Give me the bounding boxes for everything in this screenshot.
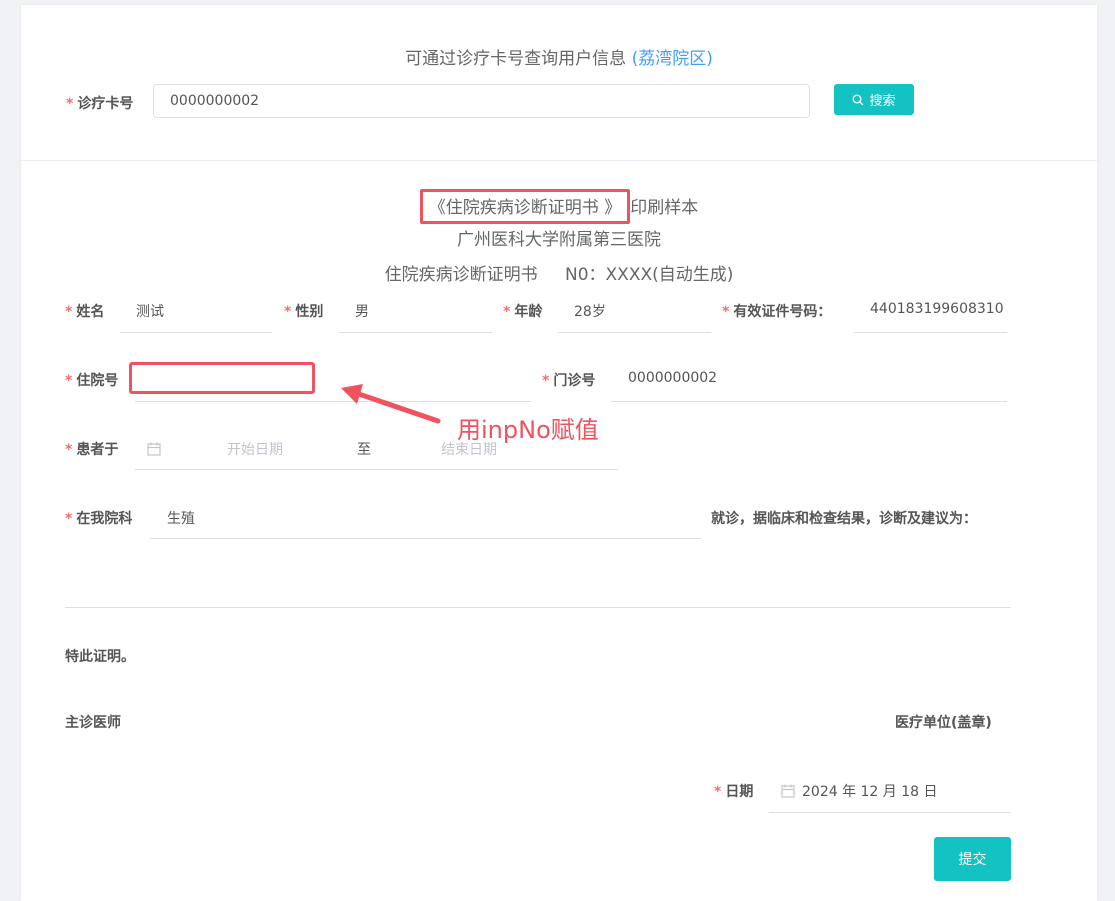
gender-field[interactable]: 男 <box>339 291 492 333</box>
dept-label: * 在我院科 <box>65 511 133 527</box>
outpatient-field[interactable]: 0000000002 <box>611 360 1007 402</box>
id-field[interactable]: 440183199608310 <box>854 291 1007 333</box>
calendar-icon <box>147 442 161 456</box>
submit-button[interactable]: 提交 <box>934 837 1011 881</box>
search-button-label: 搜索 <box>869 94 896 109</box>
inpatient-label: * 住院号 <box>65 373 119 389</box>
card-number-label: * 诊疗卡号 <box>66 96 134 112</box>
sample-title: 《住院疾病诊断证明书 》印刷样本 <box>21 189 1097 224</box>
search-button[interactable]: 搜索 <box>834 84 914 115</box>
certify-text: 特此证明。 <box>65 649 135 665</box>
calendar-icon <box>781 784 795 798</box>
inpatient-highlight-box <box>129 362 315 394</box>
start-date-placeholder[interactable]: 开始日期 <box>227 439 283 459</box>
age-label: * 年龄 <box>503 304 543 320</box>
form-card: 可通过诊疗卡号查询用户信息 (荔湾院区) * 诊疗卡号 0000000002 搜索… <box>21 5 1097 901</box>
unit-label: 医疗单位(盖章) <box>895 715 992 731</box>
date-range-picker[interactable]: 开始日期 至 结束日期 <box>135 428 618 470</box>
dept-field[interactable]: 生殖 <box>150 497 701 539</box>
name-label: * 姓名 <box>65 304 105 320</box>
search-hint: 可通过诊疗卡号查询用户信息 (荔湾院区) <box>21 44 1097 69</box>
sample-title-highlight: 《住院疾病诊断证明书 》 <box>419 189 631 224</box>
gender-value: 男 <box>355 304 369 320</box>
date-picker[interactable]: 2024 年 12 月 18 日 <box>769 771 1011 813</box>
id-label: * 有效证件号码： <box>722 304 832 320</box>
age-value: 28岁 <box>574 304 606 320</box>
hospital-name: 广州医科大学附属第三医院 <box>457 230 661 250</box>
name-value: 测试 <box>136 304 164 320</box>
search-hint-text: 可通过诊疗卡号查询用户信息 <box>405 49 627 69</box>
campus-link[interactable]: (荔湾院区) <box>632 49 713 69</box>
doctor-label: 主诊医师 <box>65 715 121 731</box>
diagnosis-textarea[interactable] <box>65 553 1011 608</box>
card-number-value: 0000000002 <box>170 93 260 109</box>
outpatient-label: * 门诊号 <box>542 373 596 389</box>
dept-value: 生殖 <box>167 511 195 527</box>
annotation-arrow-icon <box>341 384 441 424</box>
id-value: 440183199608310 <box>870 301 1004 317</box>
patient-date-label: * 患者于 <box>65 442 119 458</box>
gender-label: * 性别 <box>284 304 324 320</box>
cert-name: 住院疾病诊断证明书 <box>384 265 538 285</box>
age-field[interactable]: 28岁 <box>558 291 711 333</box>
end-date-placeholder[interactable]: 结束日期 <box>441 439 497 459</box>
date-value: 2024 年 12 月 18 日 <box>802 784 938 800</box>
name-field[interactable]: 测试 <box>120 291 272 333</box>
search-icon <box>852 94 864 105</box>
sample-title-suffix: 印刷样本 <box>630 198 699 218</box>
outpatient-value: 0000000002 <box>628 370 718 386</box>
cert-header: 住院疾病诊断证明书 N0：XXXX(自动生成) <box>21 260 1097 285</box>
date-label: * 日期 <box>714 784 754 800</box>
diagnosis-prompt: 就诊，据临床和检查结果，诊断及建议为： <box>711 511 977 527</box>
cert-number: N0：XXXX(自动生成) <box>565 265 734 285</box>
card-number-input[interactable]: 0000000002 <box>153 84 810 118</box>
section-divider <box>21 160 1097 161</box>
range-separator: 至 <box>357 442 371 458</box>
